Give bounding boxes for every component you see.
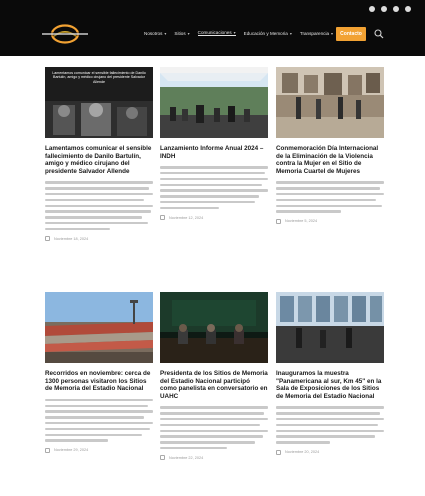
calendar-icon	[160, 215, 165, 221]
site-header: Nosotros ▾ Sitios ▾ Comunicaciones ▾ Educac…	[0, 0, 425, 56]
news-excerpt	[160, 166, 268, 210]
news-excerpt	[45, 181, 153, 231]
news-title[interactable]: Presidenta de los Sitios de Memoria del …	[160, 370, 268, 400]
nav-item-nosotros[interactable]: Nosotros ▾	[144, 31, 166, 36]
image-caption: Lamentamos comunicar el sensible falleci…	[52, 71, 146, 84]
news-excerpt	[276, 181, 384, 213]
news-title[interactable]: Lanzamiento Informe Anual 2024 – INDH	[160, 145, 268, 160]
nav-item-comunicaciones[interactable]: Comunicaciones ▾	[197, 30, 236, 36]
news-image[interactable]	[276, 67, 384, 138]
chevron-down-icon: ▾	[233, 30, 236, 35]
calendar-icon	[276, 449, 281, 455]
calendar-icon	[276, 218, 281, 224]
news-title[interactable]: Inauguramos la muestra "Panamericana al …	[276, 370, 384, 400]
nav-item-transparencia[interactable]: Transparencia ▾	[300, 31, 333, 36]
news-excerpt	[160, 406, 268, 450]
news-date: Noviembre 22, 2024	[160, 455, 268, 461]
social-links	[369, 6, 411, 12]
news-excerpt	[45, 398, 153, 442]
news-title[interactable]: Lamentamos comunicar el sensible falleci…	[45, 145, 153, 175]
news-image[interactable]	[45, 292, 153, 363]
calendar-icon	[45, 236, 50, 242]
news-card[interactable]: Conmemoración Día Internacional de la El…	[276, 67, 384, 224]
search-icon[interactable]	[374, 29, 384, 39]
x-icon[interactable]	[393, 6, 399, 12]
chevron-down-icon: ▾	[331, 30, 334, 36]
news-image[interactable]	[160, 67, 268, 138]
chevron-down-icon: ▾	[289, 30, 292, 36]
chevron-down-icon: ▾	[164, 30, 167, 36]
news-image[interactable]: Lamentamos comunicar el sensible falleci…	[45, 67, 153, 138]
news-card[interactable]: Lamentamos comunicar el sensible falleci…	[45, 67, 153, 242]
calendar-icon	[45, 447, 50, 453]
youtube-icon[interactable]	[405, 6, 411, 12]
facebook-icon[interactable]	[369, 6, 375, 12]
news-title[interactable]: Recorridos en noviembre: cerca de 1300 p…	[45, 370, 153, 393]
news-card[interactable]: Inauguramos la muestra "Panamericana al …	[276, 292, 384, 455]
contact-button[interactable]: Contacto	[336, 27, 366, 41]
news-excerpt	[276, 406, 384, 444]
news-title[interactable]: Conmemoración Día Internacional de la El…	[276, 145, 384, 175]
chevron-down-icon: ▾	[187, 30, 190, 36]
nav-item-educacion[interactable]: Educación y Memoria ▾	[244, 31, 292, 36]
instagram-icon[interactable]	[381, 6, 387, 12]
news-image[interactable]	[276, 292, 384, 363]
calendar-icon	[160, 455, 165, 461]
news-card[interactable]: Lanzamiento Informe Anual 2024 – INDH No…	[160, 67, 268, 221]
news-date: Noviembre 20, 2024	[276, 449, 384, 455]
news-date: Noviembre 5, 2024	[276, 218, 384, 224]
news-date: Noviembre 12, 2024	[160, 215, 268, 221]
news-card[interactable]: Recorridos en noviembre: cerca de 1300 p…	[45, 292, 153, 453]
news-card[interactable]: Presidenta de los Sitios de Memoria del …	[160, 292, 268, 461]
news-image[interactable]	[160, 292, 268, 363]
site-logo[interactable]	[36, 23, 94, 45]
nav-item-sitios[interactable]: Sitios ▾	[174, 31, 189, 36]
news-date: Noviembre 18, 2024	[45, 236, 153, 242]
main-nav: Nosotros ▾ Sitios ▾ Comunicaciones ▾ Educac…	[144, 30, 333, 36]
news-date: Noviembre 29, 2024	[45, 447, 153, 453]
